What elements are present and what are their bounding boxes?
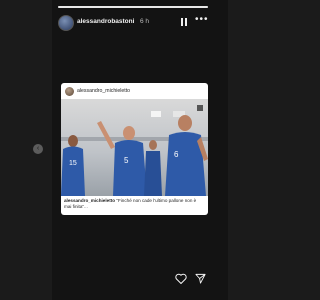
story-username[interactable]: alessandrobastoni: [77, 18, 134, 25]
story-progress-fill: [58, 6, 208, 8]
shared-post-card[interactable]: alessandro_michieletto 15 5 6 alessandro…: [61, 83, 208, 215]
caption-username: alessandro_michieletto: [64, 198, 116, 203]
chevron-left-icon[interactable]: ‹: [33, 144, 43, 154]
post-avatar: [65, 87, 74, 96]
story-progress-bar: [58, 6, 208, 8]
jersey-number-right: 6: [174, 150, 179, 159]
story-timestamp: 6 h: [140, 18, 150, 25]
jersey-number-left: 15: [69, 160, 77, 167]
pause-icon[interactable]: [180, 18, 188, 26]
more-icon[interactable]: •••: [195, 14, 209, 25]
avatar[interactable]: [58, 15, 74, 31]
heart-icon[interactable]: [175, 273, 187, 284]
post-username: alessandro_michieletto: [77, 88, 131, 94]
post-photo: 15 5 6: [61, 99, 208, 196]
post-caption: alessandro_michieletto "Finché non cade …: [64, 198, 204, 210]
send-icon[interactable]: [195, 273, 206, 284]
caption-more[interactable]: ...: [84, 204, 88, 209]
jersey-number-center: 5: [124, 156, 129, 165]
